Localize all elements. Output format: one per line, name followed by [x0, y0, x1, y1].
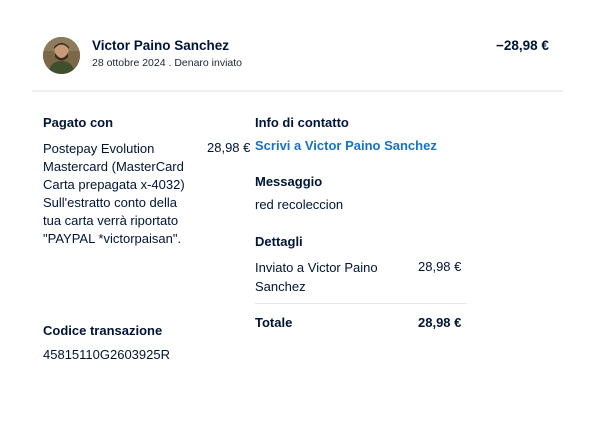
header-divider — [32, 90, 563, 92]
transaction-code-heading: Codice transazione — [43, 323, 163, 338]
message-heading: Messaggio — [255, 174, 323, 189]
total-label: Totale — [255, 315, 293, 330]
details-divider — [255, 303, 467, 304]
transaction-code: 45815110G2603925R — [43, 347, 170, 362]
message-text: red recoleccion — [255, 197, 344, 212]
payment-method-description: Postepay Evolution Mastercard (MasterCar… — [43, 141, 185, 247]
payment-amount: 28,98 € — [207, 140, 251, 155]
contact-link[interactable]: Scrivi a Victor Paino Sanchez — [255, 138, 437, 153]
details-line-amount: 28,98 € — [418, 259, 462, 274]
transaction-date-status: 28 ottobre 2024 . Denaro inviato — [92, 57, 243, 69]
payment-method-heading: Pagato con — [43, 115, 114, 130]
details-line-label: Inviato a Victor Paino Sanchez — [255, 260, 378, 294]
total-amount: 28,98 € — [418, 315, 462, 330]
avatar-image — [43, 37, 80, 74]
details-heading: Dettagli — [255, 234, 303, 249]
transaction-amount: −28,98 € — [496, 38, 549, 53]
contact-info-heading: Info di contatto — [255, 115, 349, 130]
avatar — [43, 37, 80, 74]
contact-name: Victor Paino Sanchez — [92, 38, 230, 53]
